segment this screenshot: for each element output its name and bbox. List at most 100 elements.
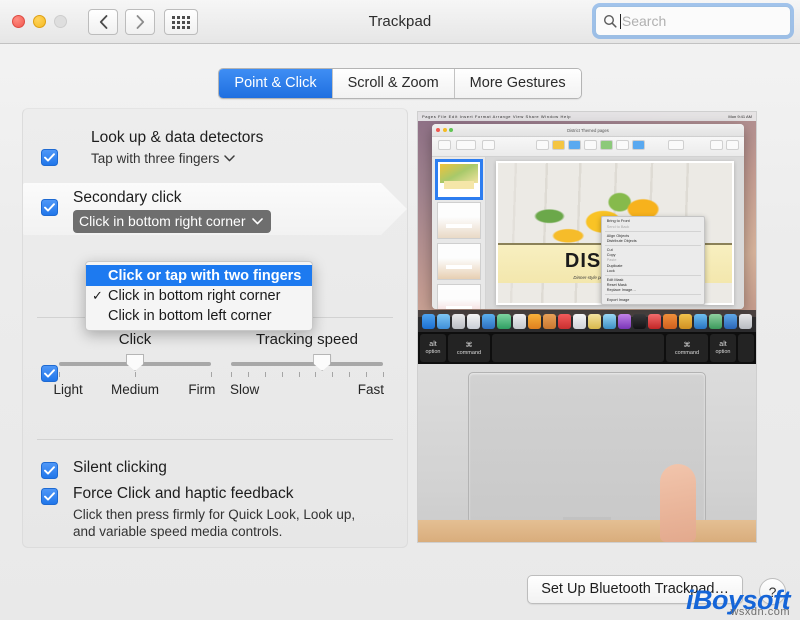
preview-key-symbol: alt xyxy=(719,341,727,348)
search-icon xyxy=(603,14,617,28)
preview-canvas: DISTRICT Dinner-style prepared food for … xyxy=(486,157,744,309)
menu-checkmark-icon: ✓ xyxy=(92,288,103,303)
option-silent-clicking[interactable]: Silent clicking xyxy=(23,459,407,485)
option-note-force-click-line1: Click then press firmly for Quick Look, … xyxy=(73,507,356,522)
preview-dock xyxy=(418,310,756,332)
preview-menubar-apps: Pages File Edit Insert Format Arrange Vi… xyxy=(422,113,572,119)
preview-key-arrow xyxy=(738,334,754,362)
slider-tick-label-firm: Firm xyxy=(188,382,216,397)
preview-thumbnail-3 xyxy=(436,243,481,280)
checkbox-secondary-click[interactable] xyxy=(41,199,58,216)
preview-desk-surface xyxy=(418,520,756,542)
preview-key-symbol: ⌘ xyxy=(683,341,691,349)
preview-window-titlebar: District Themed pages xyxy=(432,124,744,137)
divider-bottom xyxy=(37,439,393,440)
search-input[interactable] xyxy=(621,13,783,29)
tab-scroll-and-zoom[interactable]: Scroll & Zoom xyxy=(332,69,455,98)
preview-context-menu: Bring to Front Send to Back Align Object… xyxy=(600,215,706,305)
secondary-click-popup-button[interactable]: Click in bottom right corner xyxy=(73,210,271,233)
text-caret xyxy=(620,13,621,29)
preview-key-command-right: ⌘ command xyxy=(666,334,708,362)
preview-key-name: command xyxy=(456,349,482,356)
slider-tick xyxy=(383,372,384,377)
checkbox-obscured-option[interactable] xyxy=(41,365,58,382)
help-button[interactable]: ? xyxy=(759,578,786,605)
preview-page-thumbnails xyxy=(432,157,486,309)
preview-document-title: District Themed pages xyxy=(567,127,609,133)
slider-tick xyxy=(231,372,232,377)
option-subtitle-look-up[interactable]: Tap with three fingers xyxy=(91,151,407,166)
preview-key-name: option xyxy=(715,349,731,355)
checkbox-silent-clicking[interactable] xyxy=(41,462,58,479)
slider-click: Click Light Medium Firm xyxy=(53,331,215,400)
option-label-silent-clicking: Silent clicking xyxy=(73,459,167,476)
ctx-item: Send to Back xyxy=(606,224,630,229)
option-look-up-data-detectors[interactable]: Look up & data detectors Tap with three … xyxy=(23,129,407,166)
slider-tick xyxy=(366,372,368,377)
slider-thumb-tracking-speed[interactable] xyxy=(313,354,332,371)
slider-tick-label-medium: Medium xyxy=(110,382,160,397)
tab-more-gestures[interactable]: More Gestures xyxy=(454,69,581,98)
slider-tick xyxy=(315,372,317,377)
menu-item-two-fingers[interactable]: Click or tap with two fingers xyxy=(86,265,312,286)
slider-tick xyxy=(281,372,283,377)
slider-label-click: Click xyxy=(118,331,152,348)
slider-tick xyxy=(349,372,351,377)
menu-item-label: Click in bottom right corner xyxy=(108,288,281,304)
look-up-gesture-value: Tap with three fingers xyxy=(91,151,220,166)
tab-point-and-click[interactable]: Point & Click xyxy=(219,69,333,98)
setup-bluetooth-trackpad-button[interactable]: Set Up Bluetooth Trackpad… xyxy=(527,575,743,604)
preview-key-name: option xyxy=(425,349,441,355)
slider-track-click[interactable] xyxy=(59,354,211,371)
ctx-item: Replace Image… xyxy=(606,288,637,293)
slider-tick xyxy=(298,372,300,377)
preview-menubar: Pages File Edit Insert Format Arrange Vi… xyxy=(418,112,756,121)
secondary-click-dropdown-menu[interactable]: Click or tap with two fingers ✓ Click in… xyxy=(85,261,313,331)
slider-track-tracking-speed[interactable] xyxy=(231,354,383,371)
preview-key-symbol: alt xyxy=(429,341,437,348)
preview-macbook-body xyxy=(418,364,756,542)
ctx-item: Lock xyxy=(606,268,615,273)
slider-ticks-click xyxy=(59,372,212,378)
slider-tracking-speed: Tracking speed Slow Fast xyxy=(230,331,384,400)
ctx-item: Distribute Objects xyxy=(606,238,637,243)
menu-item-label: Click or tap with two fingers xyxy=(108,267,302,284)
option-secondary-click[interactable]: Secondary click Click in bottom right co… xyxy=(23,183,407,235)
option-label-force-click: Force Click and haptic feedback xyxy=(73,485,294,502)
preview-key-symbol: ⌘ xyxy=(465,341,473,349)
ctx-item: Export Image xyxy=(606,297,630,302)
preview-key-spacebar xyxy=(492,334,664,362)
slider-tick-label-fast: Fast xyxy=(357,382,384,397)
slider-thumb-click[interactable] xyxy=(126,354,144,371)
checkmark-icon xyxy=(44,466,55,475)
trackpad-preferences-window: Trackpad Point & Click Scroll & Zoom Mor… xyxy=(0,0,800,620)
slider-tick xyxy=(332,372,334,377)
preview-key-name: command xyxy=(674,349,700,356)
slider-ticks-tracking-speed xyxy=(231,372,384,378)
option-note-force-click-line2: and variable speed media controls. xyxy=(73,524,283,539)
preview-document-page: DISTRICT Dinner-style prepared food for … xyxy=(496,161,734,305)
preview-key-command-left: ⌘ command xyxy=(448,334,490,362)
option-label-secondary-click: Secondary click xyxy=(73,189,182,206)
checkmark-icon xyxy=(44,203,55,212)
checkbox-force-click[interactable] xyxy=(41,488,58,505)
preview-thumbnail-1 xyxy=(434,159,483,200)
option-label-look-up: Look up & data detectors xyxy=(91,129,264,146)
preview-key-option-left: alt option xyxy=(420,334,446,362)
bottom-options-section: Silent clicking Force Click and haptic f… xyxy=(23,459,407,540)
chevron-down-icon xyxy=(224,155,236,162)
preview-key-option-right: alt option xyxy=(710,334,736,362)
checkbox-look-up-data-detectors[interactable] xyxy=(41,149,58,166)
option-force-click[interactable]: Force Click and haptic feedback Click th… xyxy=(23,485,407,540)
preview-keyboard-row: alt option ⌘ command ⌘ command alt optio… xyxy=(418,332,756,364)
chevron-down-icon xyxy=(251,217,263,224)
checkmark-icon xyxy=(44,153,55,162)
menu-item-bottom-left[interactable]: Click in bottom left corner xyxy=(86,306,312,326)
secondary-click-selected-value: Click in bottom right corner xyxy=(79,213,246,229)
checkmark-icon xyxy=(44,369,55,378)
menu-item-bottom-right[interactable]: ✓ Click in bottom right corner xyxy=(86,286,312,306)
search-field[interactable] xyxy=(595,6,791,36)
preview-finger xyxy=(660,464,696,542)
slider-tick-labels-click: Light Medium Firm xyxy=(53,382,215,400)
slider-tick-label-slow: Slow xyxy=(230,382,260,397)
